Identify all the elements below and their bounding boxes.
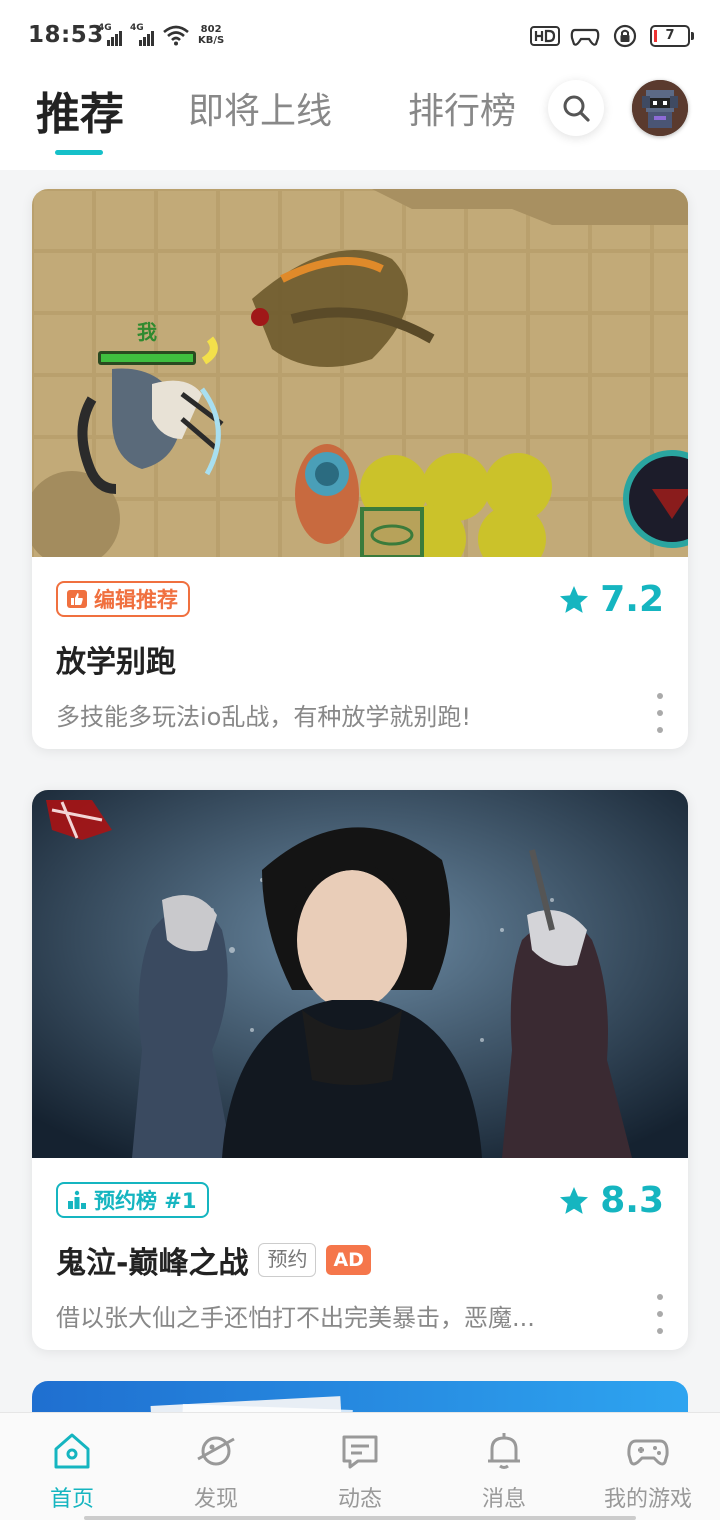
player-name-label: 我 (137, 320, 157, 344)
star-icon (560, 1186, 589, 1214)
card-info: 编辑推荐 7.2 放学别跑 多技能多玩法io乱战，有种放学就别跑! (32, 557, 688, 749)
top-tab-bar: 推荐 即将上线 排行榜 (0, 70, 720, 170)
game-banner-image[interactable]: 我 (32, 189, 688, 557)
nav-label: 我的游戏 (603, 1487, 692, 1512)
nav-label: 消息 (481, 1487, 526, 1512)
game-title[interactable]: 放学别跑 (56, 637, 176, 681)
search-icon (563, 95, 590, 122)
wifi-icon (163, 25, 189, 46)
thumbs-up-icon (67, 590, 87, 608)
editor-pick-tag: 编辑推荐 (56, 581, 190, 617)
tag-label: 预约榜 #1 (94, 1189, 197, 1213)
status-time: 18:53 (28, 22, 104, 48)
game-title[interactable]: 鬼泣-巅峰之战 (56, 1238, 248, 1282)
gamepad-status-icon (570, 28, 600, 46)
nav-label: 发现 (193, 1487, 238, 1512)
reservation-rank-tag: 预约榜 #1 (56, 1182, 209, 1218)
signal-icon: 4G (130, 23, 154, 46)
bell-icon (488, 1433, 520, 1469)
tab-recommended[interactable]: 推荐 (36, 78, 124, 142)
avatar-character-image (632, 80, 688, 136)
bottom-navigation: 首页 发现 动态 消息 我的游戏 (0, 1412, 720, 1520)
nav-label: 首页 (49, 1487, 94, 1512)
reservation-badge: 预约 (258, 1243, 317, 1277)
search-button[interactable] (548, 80, 604, 136)
gamepad-icon (627, 1439, 669, 1466)
network-indicators: 4G 4G 802 KB/S (98, 23, 224, 46)
tag-label: 编辑推荐 (94, 588, 178, 612)
tab-ranking[interactable]: 排行榜 (408, 82, 516, 134)
game-description: 多技能多玩法io乱战，有种放学就别跑! (56, 703, 471, 731)
nav-label: 动态 (337, 1487, 382, 1512)
status-icons: 7 (530, 24, 694, 48)
hd-icon (530, 26, 560, 46)
nav-messages[interactable]: 消息 (432, 1413, 576, 1520)
tab-upcoming[interactable]: 即将上线 (188, 82, 332, 134)
speed-unit: KB/S (198, 35, 225, 46)
chat-icon (342, 1435, 378, 1469)
planet-icon (197, 1436, 235, 1466)
star-icon (560, 585, 589, 613)
nav-feed[interactable]: 动态 (288, 1413, 432, 1520)
gesture-home-bar[interactable] (84, 1516, 636, 1520)
nav-discover[interactable]: 发现 (144, 1413, 288, 1520)
signal-icon: 4G (98, 23, 122, 46)
game-card[interactable]: 预约榜 #1 8.3 鬼泣-巅峰之战 预约 AD 借以张大仙之手还怕打不出完美暴… (32, 790, 688, 1350)
more-options-button[interactable] (652, 1294, 668, 1334)
more-options-button[interactable] (652, 693, 668, 733)
game-scene-illustration: 我 (32, 189, 688, 557)
card-info: 预约榜 #1 8.3 鬼泣-巅峰之战 预约 AD 借以张大仙之手还怕打不出完美暴… (32, 1158, 688, 1350)
game-description: 借以张大仙之手还怕打不出完美暴击，恶魔... (56, 1304, 535, 1332)
nav-my-games[interactable]: 我的游戏 (576, 1413, 720, 1520)
game-card[interactable]: 我 编辑推荐 7.2 放学别跑 多技能多玩法io乱战，有种放学就别跑! (32, 189, 688, 749)
rating-value: 7.2 (600, 579, 664, 620)
rating: 7.2 (558, 579, 664, 620)
game-title-row: 鬼泣-巅峰之战 预约 AD (56, 1238, 371, 1282)
promo-poster-illustration (32, 790, 688, 1158)
ad-badge: AD (326, 1245, 371, 1275)
status-bar: 18:53 4G 4G 802 KB/S 7 (0, 0, 720, 70)
battery-icon: 7 (650, 25, 694, 47)
nav-home[interactable]: 首页 (0, 1413, 144, 1520)
rank-podium-icon (68, 1190, 86, 1209)
user-avatar[interactable] (632, 80, 688, 136)
network-speed: 802 KB/S (198, 24, 224, 46)
speed-value: 802 (200, 24, 222, 35)
game-title-row: 放学别跑 (56, 637, 176, 681)
home-icon (54, 1433, 90, 1469)
rating: 8.3 (558, 1180, 664, 1221)
lock-rotation-icon (613, 24, 637, 48)
active-tab-indicator (55, 150, 103, 155)
rating-value: 8.3 (600, 1180, 664, 1221)
game-banner-image[interactable] (32, 790, 688, 1158)
